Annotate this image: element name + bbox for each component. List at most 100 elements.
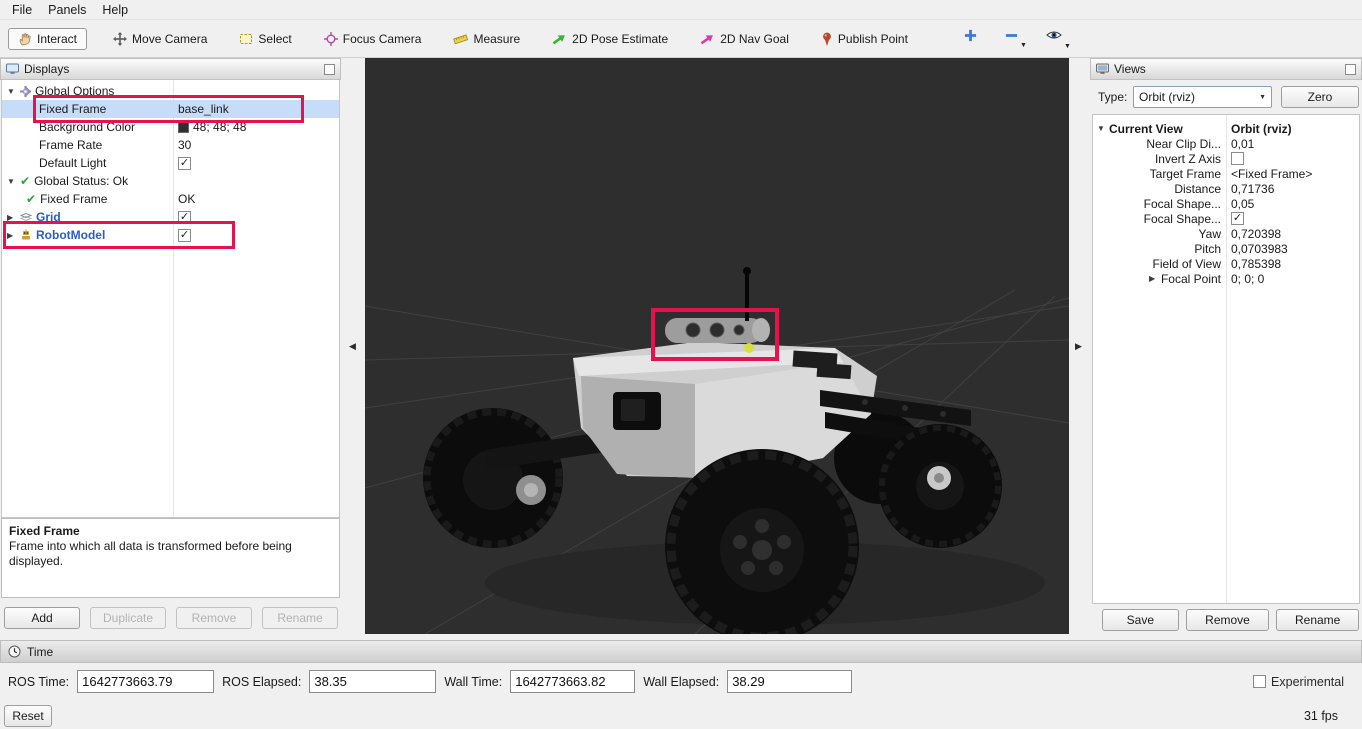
remove-display-button[interactable]: Remove (176, 607, 252, 629)
tree-row-fixed-frame-status[interactable]: ✔ Fixed Frame OK (2, 190, 339, 208)
measure-tool-label: Measure (473, 32, 520, 46)
panel-float-button[interactable] (324, 64, 335, 75)
view-row-near-clip[interactable]: Near Clip Di... 0,01 (1093, 136, 1359, 151)
move-camera-tool-button[interactable]: Move Camera (107, 28, 213, 50)
menu-help[interactable]: Help (94, 1, 136, 19)
grid-enabled-checkbox[interactable]: ✓ (178, 211, 191, 224)
minus-icon (1005, 31, 1018, 40)
tree-row-global-options[interactable]: ▼ Global Options (2, 82, 339, 100)
views-panel-header[interactable]: Views (1090, 58, 1362, 80)
tree-label: Global Status: Ok (34, 174, 128, 188)
tree-label: Frame Rate (39, 138, 102, 152)
view-label: Focal Shape... (1144, 212, 1221, 226)
reset-button[interactable]: Reset (4, 705, 52, 727)
right-splitter[interactable]: ▶ (1069, 58, 1090, 640)
combo-caret-icon: ▼ (1259, 94, 1266, 101)
yaw-value[interactable]: 0,720398 (1226, 227, 1359, 241)
render-viewport[interactable] (365, 58, 1069, 634)
view-row-focal-shape-fixed[interactable]: Focal Shape... ✓ (1093, 211, 1359, 226)
visibility-tool-button[interactable]: ▼ (1044, 26, 1064, 50)
tree-label: Background Color (39, 120, 135, 134)
target-frame-value[interactable]: <Fixed Frame> (1226, 167, 1359, 181)
time-bottom-row: Reset 31 fps (4, 704, 1338, 727)
views-panel-title: Views (1114, 62, 1146, 76)
frame-rate-value[interactable]: 30 (173, 138, 339, 152)
measure-tool-button[interactable]: Measure (447, 28, 526, 50)
color-swatch (178, 122, 189, 133)
expander-collapsed-icon[interactable]: ▶ (1149, 274, 1158, 283)
view-type-row: Type: Orbit (rviz) ▼ Zero (1098, 86, 1360, 108)
view-row-pitch[interactable]: Pitch 0,0703983 (1093, 241, 1359, 256)
menu-file[interactable]: File (4, 1, 40, 19)
zero-button[interactable]: Zero (1281, 86, 1359, 108)
pitch-value[interactable]: 0,0703983 (1226, 242, 1359, 256)
view-row-field-of-view[interactable]: Field of View 0,785398 (1093, 256, 1359, 271)
view-label: Current View (1109, 122, 1183, 136)
focus-camera-tool-button[interactable]: Focus Camera (318, 28, 428, 50)
expander-collapsed-icon[interactable]: ▶ (7, 231, 16, 240)
view-row-focal-shape-size[interactable]: Focal Shape... 0,05 (1093, 196, 1359, 211)
tree-row-frame-rate[interactable]: Frame Rate 30 (2, 136, 339, 154)
background-color-value[interactable]: 48; 48; 48 (173, 120, 339, 134)
expander-open-icon[interactable]: ▼ (1097, 124, 1106, 133)
publish-point-tool-button[interactable]: Publish Point (815, 28, 914, 50)
tree-row-grid[interactable]: ▶ Grid ✓ (2, 208, 339, 226)
fixed-frame-status-value: OK (173, 192, 339, 206)
view-row-invert-z[interactable]: Invert Z Axis (1093, 151, 1359, 166)
view-row-yaw[interactable]: Yaw 0,720398 (1093, 226, 1359, 241)
robot-model-enabled-checkbox[interactable]: ✓ (178, 229, 191, 242)
invert-z-checkbox[interactable] (1231, 152, 1244, 165)
tree-row-global-status[interactable]: ▼ ✔ Global Status: Ok (2, 172, 339, 190)
tree-row-fixed-frame[interactable]: Fixed Frame base_link (2, 100, 339, 118)
view-row-distance[interactable]: Distance 0,71736 (1093, 181, 1359, 196)
remove-tool-button[interactable]: ▼ (1003, 26, 1020, 49)
default-light-checkbox[interactable]: ✓ (178, 157, 191, 170)
ros-time-input[interactable] (77, 670, 214, 693)
view-type-combobox[interactable]: Orbit (rviz) ▼ (1133, 86, 1272, 108)
focal-point-value[interactable]: 0; 0; 0 (1226, 272, 1359, 286)
view-row-current-view[interactable]: ▼ Current View Orbit (rviz) (1093, 121, 1359, 136)
tree-row-background-color[interactable]: Background Color 48; 48; 48 (2, 118, 339, 136)
nav-goal-tool-button[interactable]: 2D Nav Goal (694, 28, 795, 50)
move-camera-tool-label: Move Camera (132, 32, 207, 46)
views-panel-icon (1096, 63, 1109, 75)
pose-estimate-tool-button[interactable]: 2D Pose Estimate (546, 28, 674, 50)
tree-label: Fixed Frame (40, 192, 107, 206)
distance-value[interactable]: 0,71736 (1226, 182, 1359, 196)
expander-collapsed-icon[interactable]: ▶ (7, 213, 16, 222)
focal-shape-fixed-checkbox[interactable]: ✓ (1231, 212, 1244, 225)
menubar: File Panels Help (0, 0, 1362, 20)
displays-panel-header[interactable]: Displays (0, 58, 341, 80)
rename-view-button[interactable]: Rename (1276, 609, 1359, 631)
collapse-right-arrow[interactable]: ▶ (1075, 341, 1082, 352)
status-ok-icon: ✔ (26, 192, 36, 206)
tree-row-robot-model[interactable]: ▶ RobotModel ✓ (2, 226, 339, 244)
wall-elapsed-input[interactable] (727, 670, 852, 693)
wall-time-input[interactable] (510, 670, 635, 693)
view-row-focal-point[interactable]: ▶ Focal Point 0; 0; 0 (1093, 271, 1359, 286)
field-of-view-value[interactable]: 0,785398 (1226, 257, 1359, 271)
near-clip-value[interactable]: 0,01 (1226, 137, 1359, 151)
duplicate-display-button[interactable]: Duplicate (90, 607, 166, 629)
expander-open-icon[interactable]: ▼ (7, 87, 16, 96)
time-panel-header[interactable]: Time (0, 640, 1362, 663)
add-tool-button[interactable] (962, 26, 979, 51)
expander-open-icon[interactable]: ▼ (7, 177, 16, 186)
focal-shape-size-value[interactable]: 0,05 (1226, 197, 1359, 211)
add-display-button[interactable]: Add (4, 607, 80, 629)
menu-panels[interactable]: Panels (40, 1, 94, 19)
interact-tool-button[interactable]: Interact (8, 28, 87, 50)
select-tool-button[interactable]: Select (233, 28, 297, 50)
tree-row-default-light[interactable]: Default Light ✓ (2, 154, 339, 172)
collapse-left-arrow[interactable]: ◀ (349, 341, 356, 352)
fixed-frame-value[interactable]: base_link (173, 102, 339, 116)
remove-view-button[interactable]: Remove (1186, 609, 1270, 631)
panel-float-button[interactable] (1345, 64, 1356, 75)
save-view-button[interactable]: Save (1102, 609, 1179, 631)
ros-elapsed-input[interactable] (309, 670, 436, 693)
help-text: Frame into which all data is transformed… (9, 539, 332, 569)
left-splitter[interactable]: ◀ (341, 58, 365, 640)
experimental-checkbox[interactable] (1253, 675, 1266, 688)
view-row-target-frame[interactable]: Target Frame <Fixed Frame> (1093, 166, 1359, 181)
rename-display-button[interactable]: Rename (262, 607, 338, 629)
